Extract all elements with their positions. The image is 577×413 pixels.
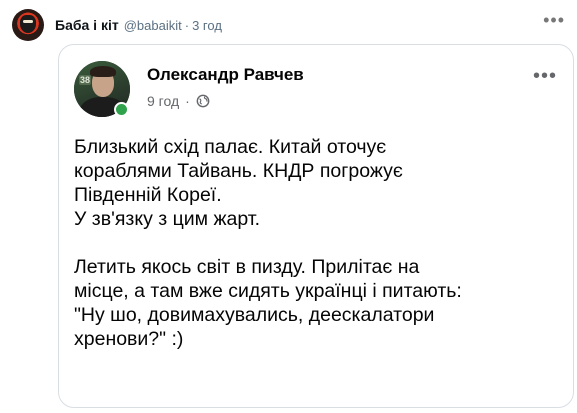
post-paragraph: Близький схід палає. Китай оточує корабл… — [74, 136, 403, 230]
avatar-hair — [90, 66, 116, 77]
avatar-badge: 38 — [79, 75, 92, 85]
separator: · — [184, 17, 190, 33]
post-meta: 9 год · — [147, 93, 210, 109]
avatar[interactable] — [12, 9, 44, 41]
author-name[interactable]: Баба і кіт — [55, 17, 119, 33]
post-header: 38 Олександр Равчев 9 год · ••• — [74, 61, 561, 121]
tweet-header: Баба і кіт @babaikit · 3 год ••• — [12, 8, 565, 42]
more-icon[interactable]: ••• — [533, 65, 557, 88]
online-status-icon — [114, 102, 129, 117]
author-name[interactable]: Олександр Равчев — [147, 65, 304, 85]
post-time[interactable]: 9 год — [147, 93, 179, 109]
more-icon[interactable]: ••• — [543, 10, 565, 31]
globe-icon[interactable] — [196, 94, 210, 108]
post-paragraph: Летить якось світ в пизду. Прилітає на м… — [74, 256, 462, 350]
embedded-post-card[interactable]: 38 Олександр Равчев 9 год · ••• Близький… — [58, 44, 574, 408]
author-handle[interactable]: @babaikit — [124, 18, 182, 33]
post-time[interactable]: 3 год — [192, 18, 222, 33]
separator: · — [185, 93, 190, 109]
post-body: Близький схід палає. Китай оточує корабл… — [74, 135, 557, 351]
